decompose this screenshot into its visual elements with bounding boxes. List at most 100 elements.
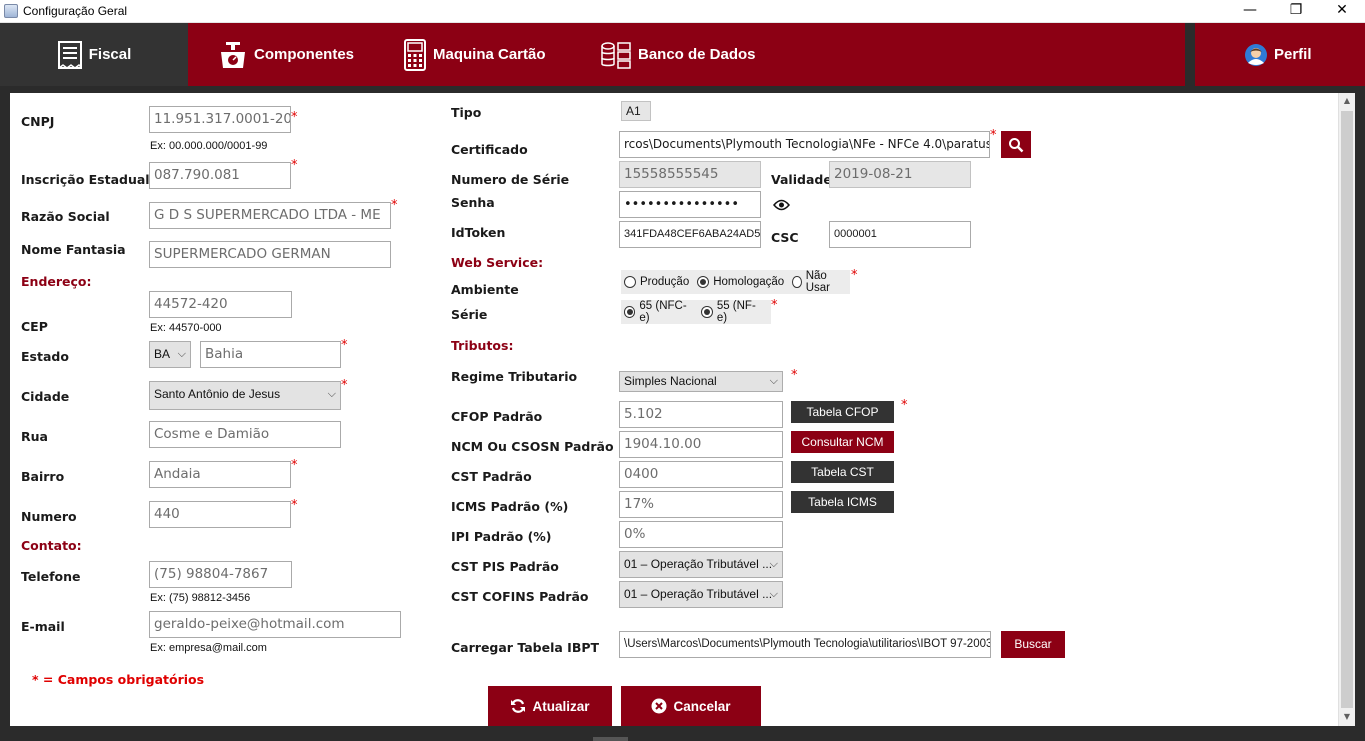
ambiente-homologacao-radio[interactable]: Homologação — [697, 276, 784, 288]
tabela-icms-button[interactable]: Tabela ICMS — [791, 491, 894, 513]
cst-input[interactable]: 0400 — [619, 461, 783, 488]
required-marker: * — [901, 398, 908, 413]
cst-pis-select[interactable]: 01 – Operação Tributável ... ⌵ — [619, 551, 783, 578]
cst-label: CST Padrão — [451, 469, 532, 484]
senha-input[interactable]: ••••••••••••••• — [619, 191, 761, 218]
nome-fantasia-input[interactable]: SUPERMERCADO GERMAN — [149, 241, 391, 268]
resize-handle[interactable] — [593, 737, 628, 741]
required-marker: * — [851, 268, 858, 283]
cidade-select[interactable]: Santo Antônio de Jesus ⌵ — [149, 381, 341, 410]
ibpt-file-input[interactable]: \Users\Marcos\Documents\Plymouth Tecnolo… — [619, 631, 991, 658]
radio-label: 55 (NF-e) — [716, 300, 756, 324]
csc-input[interactable]: 0000001 — [829, 221, 971, 248]
estado-label: Estado — [21, 349, 69, 364]
ipi-input[interactable]: 0% — [619, 521, 783, 548]
cst-cofins-select[interactable]: 01 – Operação Tributável ... ⌵ — [619, 581, 783, 608]
chevron-down-icon: ⌵ — [177, 348, 186, 360]
numero-input[interactable]: 440 — [149, 501, 291, 528]
minimize-button[interactable]: — — [1227, 0, 1273, 23]
radio-label: Homologação — [713, 276, 785, 288]
idtoken-input[interactable]: 341FDA48CEF6ABA24AD50 — [619, 221, 761, 248]
telefone-input[interactable]: (75) 98804-7867 — [149, 561, 292, 588]
ibpt-label: Carregar Tabela IBPT — [451, 640, 600, 655]
required-marker: * — [291, 110, 298, 125]
email-input[interactable]: geraldo-peixe@hotmail.com — [149, 611, 401, 638]
validade-input: 2019-08-21 — [829, 161, 971, 188]
serie-65-checkbox[interactable]: 65 (NFC-e) — [624, 300, 693, 324]
title-bar: Configuração Geral — ❐ ✕ — [0, 0, 1365, 23]
cnpj-input[interactable]: 11.951.317.0001-20 — [149, 106, 291, 133]
certificado-input[interactable]: rcos\Documents\Plymouth Tecnologia\NFe -… — [619, 131, 990, 158]
radio-icon — [792, 276, 802, 288]
maximize-button[interactable]: ❐ — [1273, 0, 1319, 23]
required-legend: * = Campos obrigatórios — [32, 672, 205, 687]
cnpj-hint: Ex: 00.000.000/0001-99 — [150, 140, 268, 152]
scroll-down-icon[interactable]: ▼ — [1339, 709, 1355, 725]
tab-perfil-label: Perfil — [1274, 46, 1312, 63]
ie-input[interactable]: 087.790.081 — [149, 162, 291, 189]
cancelar-button[interactable]: Cancelar — [621, 686, 761, 726]
buscar-button[interactable]: Buscar — [1001, 631, 1065, 658]
close-button[interactable]: ✕ — [1319, 0, 1365, 23]
cep-input[interactable]: 44572-420 — [149, 291, 292, 318]
serie-55-checkbox[interactable]: 55 (NF-e) — [701, 300, 763, 324]
chevron-down-icon: ⌵ — [327, 388, 336, 400]
ambiente-producao-radio[interactable]: Produção — [624, 276, 689, 288]
receipt-icon — [57, 40, 82, 69]
tabela-cfop-button[interactable]: Tabela CFOP — [791, 401, 894, 423]
cancelar-label: Cancelar — [673, 698, 731, 714]
email-hint: Ex: empresa@mail.com — [150, 642, 267, 654]
radio-checked-icon — [701, 306, 713, 318]
ncm-label: NCM Ou CSOSN Padrão — [451, 439, 614, 454]
serie-radio-group: 65 (NFC-e) 55 (NF-e) — [621, 300, 771, 324]
estado-input[interactable]: Bahia — [200, 341, 341, 368]
tipo-field[interactable]: A1 — [621, 101, 651, 121]
icms-input[interactable]: 17% — [619, 491, 783, 518]
card-machine-icon — [404, 38, 426, 71]
radio-checked-icon — [697, 276, 710, 288]
serie-label: Série — [451, 307, 488, 322]
tab-componentes[interactable]: Componentes — [218, 23, 354, 86]
chevron-down-icon: ⌵ — [769, 588, 778, 600]
atualizar-button[interactable]: Atualizar — [488, 686, 612, 726]
required-marker: * — [771, 298, 778, 313]
search-certificate-button[interactable] — [1001, 131, 1031, 158]
uf-select[interactable]: BA ⌵ — [149, 341, 191, 368]
required-marker: * — [291, 158, 298, 173]
regime-select[interactable]: Simples Nacional ⌵ — [619, 371, 783, 392]
eye-icon[interactable] — [773, 199, 790, 211]
telefone-label: Telefone — [21, 569, 81, 584]
rua-input[interactable]: Cosme e Damião — [149, 421, 341, 448]
bairro-input[interactable]: Andaia — [149, 461, 291, 488]
email-label: E-mail — [21, 619, 65, 634]
cfop-input[interactable]: 5.102 — [619, 401, 783, 428]
tab-fiscal[interactable]: Fiscal — [0, 23, 188, 86]
tributos-section: Tributos: — [451, 338, 514, 353]
window-title: Configuração Geral — [23, 4, 128, 18]
ambiente-nao-usar-radio[interactable]: Não Usar — [792, 270, 842, 294]
razao-social-input[interactable]: G D S SUPERMERCADO LTDA - ME — [149, 202, 391, 229]
cep-hint: Ex: 44570-000 — [150, 322, 222, 334]
window-bottom-bar — [0, 726, 1365, 741]
vertical-scrollbar[interactable]: ▲ ▼ — [1338, 93, 1355, 726]
required-marker: * — [990, 128, 997, 143]
ncm-input[interactable]: 1904.10.00 — [619, 431, 783, 458]
cnpj-label: CNPJ — [21, 114, 55, 129]
tab-maquina-cartao[interactable]: Maquina Cartão — [403, 23, 546, 86]
consultar-ncm-button[interactable]: Consultar NCM — [791, 431, 894, 453]
endereco-section: Endereço: — [21, 274, 92, 289]
ipi-label: IPI Padrão (%) — [451, 529, 552, 544]
cfop-label: CFOP Padrão — [451, 409, 543, 424]
bairro-label: Bairro — [21, 469, 65, 484]
required-marker: * — [291, 458, 298, 473]
tab-banco-de-dados[interactable]: Banco de Dados — [600, 23, 756, 86]
scrollbar-thumb[interactable] — [1341, 111, 1353, 708]
chevron-down-icon: ⌵ — [769, 558, 778, 570]
tabela-cst-button[interactable]: Tabela CST — [791, 461, 894, 483]
user-avatar-icon — [1245, 43, 1267, 66]
tab-perfil[interactable]: Perfil — [1195, 23, 1365, 86]
scroll-up-icon[interactable]: ▲ — [1339, 93, 1355, 109]
java-app-icon — [4, 4, 18, 18]
tab-fiscal-label: Fiscal — [88, 46, 132, 63]
cep-label: CEP — [21, 319, 48, 334]
